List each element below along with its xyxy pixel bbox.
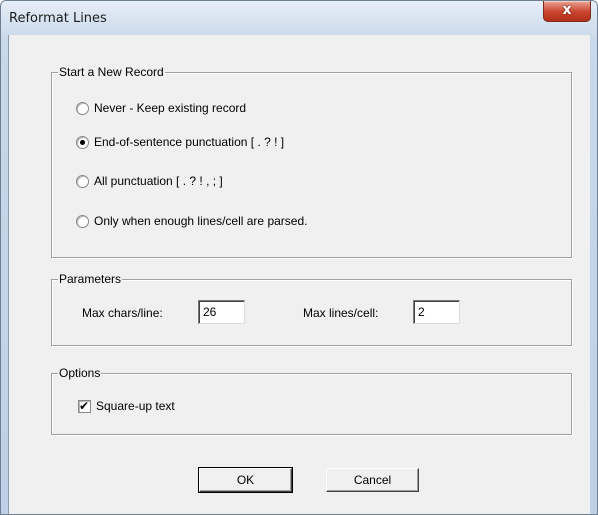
max-lines-label: Max lines/cell:	[303, 306, 379, 320]
radio-only-when-enough-button[interactable]	[76, 215, 89, 228]
cancel-button[interactable]: Cancel	[326, 468, 419, 492]
square-up-checkbox[interactable]: ✔	[78, 399, 91, 413]
close-button[interactable]: x	[543, 1, 591, 22]
radio-all-punctuation-label: All punctuation [ . ? ! , ; ]	[94, 174, 223, 188]
max-chars-input[interactable]	[198, 300, 245, 324]
start-record-legend: Start a New Record	[58, 65, 165, 79]
title-bar[interactable]: Reformat Lines x	[1, 1, 597, 35]
dialog-client-area: Start a New Record Never - Keep existing…	[8, 35, 590, 514]
start-record-group: Start a New Record Never - Keep existing…	[51, 65, 572, 258]
radio-only-when-enough-label: Only when enough lines/cell are parsed.	[94, 214, 308, 228]
max-lines-input[interactable]	[413, 300, 460, 324]
close-icon: x	[562, 2, 572, 18]
options-legend: Options	[58, 366, 102, 380]
radio-never-label: Never - Keep existing record	[94, 101, 247, 115]
radio-never-button[interactable]	[76, 102, 89, 115]
ok-button[interactable]: OK	[198, 467, 293, 493]
radio-end-of-sentence-label: End-of-sentence punctuation [ . ? ! ]	[94, 135, 285, 149]
reformat-lines-dialog: Reformat Lines x Start a New Record Neve…	[0, 0, 598, 515]
options-group: Options ✔ Square-up text	[51, 366, 572, 435]
parameters-group: Parameters Max chars/line: Max lines/cel…	[51, 272, 572, 346]
parameters-legend: Parameters	[58, 272, 123, 286]
max-chars-label: Max chars/line:	[82, 306, 163, 320]
dialog-title: Reformat Lines	[9, 11, 107, 26]
checkmark-icon: ✔	[79, 399, 90, 413]
square-up-label: Square-up text	[96, 399, 175, 413]
radio-all-punctuation-button[interactable]	[76, 175, 89, 188]
radio-end-of-sentence-button[interactable]	[76, 136, 89, 149]
